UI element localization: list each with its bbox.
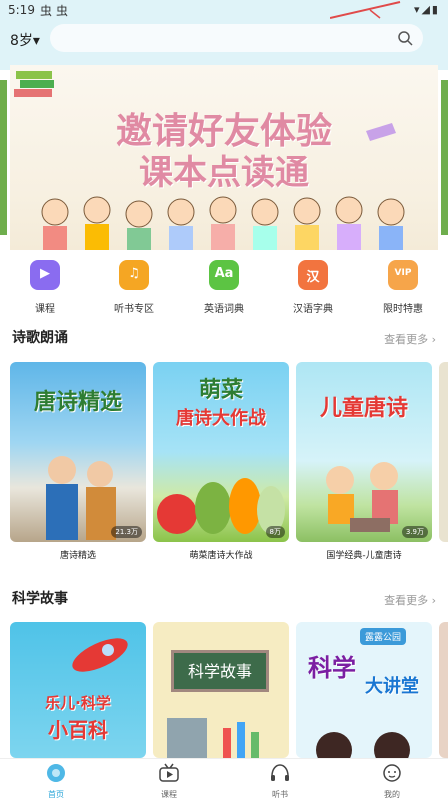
album-cover: 唐诗精选 21.3万 <box>10 362 146 542</box>
cover-title: 儿童唐诗 <box>319 396 408 421</box>
kite-decoration <box>330 1 401 19</box>
tab-label: 首页 <box>48 790 64 799</box>
tab-profile[interactable]: 我的 <box>362 763 422 800</box>
quick-item-audiobooks[interactable]: ♫ 听书专区 <box>99 258 169 315</box>
home-icon <box>47 764 65 782</box>
album-card[interactable]: 萌菜 唐诗大作战 8万 萌菜唐诗大作战 <box>153 362 289 561</box>
album-card[interactable]: 儿童唐诗 3.9万 国学经典-儿童唐诗 <box>296 362 432 561</box>
album-card[interactable]: 唐诗精选 21.3万 唐诗精选 <box>10 362 146 561</box>
poets-illustration <box>46 456 116 540</box>
section-title-poetry: 诗歌朗诵 <box>12 330 68 346</box>
play-count: 8万 <box>265 526 285 538</box>
quick-item-english-dictionary[interactable]: Aa 英语词典 <box>189 258 259 315</box>
album-card[interactable]: 科学故事 <box>153 622 289 758</box>
notification-icon: 虫 <box>40 4 53 18</box>
quick-item-label: 课程 <box>35 304 55 315</box>
quick-item-label: 限时特惠 <box>383 304 423 315</box>
album-cover: 萌菜 唐诗大作战 8万 <box>153 362 289 542</box>
search-icon[interactable] <box>397 30 413 46</box>
vip-icon: VIP <box>388 260 418 290</box>
play-count: 21.3万 <box>111 526 142 538</box>
promo-banner[interactable]: 邀请好友体验 课本点读通 <box>10 65 438 250</box>
dictionary-icon: Aa <box>209 260 239 290</box>
tab-label: 我的 <box>384 790 400 799</box>
headphones-icon <box>271 764 289 781</box>
banner-next-peek <box>441 80 448 235</box>
quick-item-label: 汉语字典 <box>293 304 333 315</box>
tab-audiobooks[interactable]: 听书 <box>250 763 310 800</box>
quick-menu: ▶ 课程 ♫ 听书专区 Aa 英语词典 汉 汉语字典 VIP 限时特惠 <box>0 258 448 318</box>
profile-icon <box>383 764 401 782</box>
album-cover: 露露公园 科学 大讲堂 <box>296 622 432 758</box>
notification-icon: 虫 <box>56 4 69 18</box>
see-more-poetry[interactable]: 查看更多 › <box>384 331 436 347</box>
status-time: 5:19 <box>8 3 35 17</box>
see-more-science[interactable]: 查看更多 › <box>384 592 436 608</box>
cover-title-line1: 乐儿·科学 <box>45 694 111 712</box>
cover-title-line2: 小百科 <box>48 718 108 742</box>
section-title-science: 科学故事 <box>12 591 68 607</box>
album-card[interactable]: 乐儿·科学 小百科 <box>10 622 146 758</box>
tab-label: 听书 <box>272 790 288 799</box>
age-selector[interactable]: 8岁▾ <box>10 30 40 50</box>
album-title: 唐诗精选 <box>59 551 96 561</box>
cover-title-line1: 萌菜 <box>198 378 243 403</box>
cover-title: 科学故事 <box>187 662 252 681</box>
cover-tag: 露露公园 <box>360 628 407 645</box>
album-cover: 乐儿·科学 小百科 <box>10 622 146 758</box>
video-icon: ▶ <box>30 260 60 290</box>
quick-item-label: 听书专区 <box>114 304 154 315</box>
books-decoration <box>14 71 54 97</box>
quick-item-courses[interactable]: ▶ 课程 <box>10 258 80 315</box>
rocket-illustration <box>72 638 128 672</box>
banner-prev-peek <box>0 80 7 235</box>
album-card[interactable]: 露露公园 科学 大讲堂 <box>296 622 432 758</box>
tab-courses[interactable]: 课程 <box>139 763 199 800</box>
tab-label: 课程 <box>161 790 177 799</box>
play-count: 3.9万 <box>401 526 428 538</box>
cover-title-line2: 大讲堂 <box>365 676 419 697</box>
children-illustration <box>41 196 405 250</box>
cover-title-line2: 唐诗大作战 <box>176 408 266 429</box>
headphones-icon: ♫ <box>119 260 149 290</box>
bottom-tab-bar: 首页 课程 听书 我的 <box>0 758 448 799</box>
quick-item-label: 英语词典 <box>204 304 244 315</box>
lab-illustration <box>167 718 259 758</box>
search-bar[interactable] <box>50 24 423 52</box>
tab-home[interactable]: 首页 <box>26 763 86 800</box>
album-cover: 科学故事 <box>153 622 289 758</box>
quick-item-limited-offer[interactable]: VIP 限时特惠 <box>368 258 438 315</box>
status-icons: ▾◢▮ <box>413 3 440 16</box>
album-card-peek <box>439 622 448 758</box>
heads-illustration <box>316 732 410 758</box>
album-card-peek <box>439 362 448 542</box>
character-icon: 汉 <box>298 260 328 290</box>
album-cover: 儿童唐诗 3.9万 <box>296 362 432 542</box>
cover-title: 唐诗精选 <box>33 390 122 415</box>
quick-item-chinese-dictionary[interactable]: 汉 汉语字典 <box>278 258 348 315</box>
album-title: 萌菜唐诗大作战 <box>189 551 253 561</box>
album-title: 国学经典-儿童唐诗 <box>326 551 402 561</box>
banner-subtitle: 课本点读通 <box>139 153 309 193</box>
tv-icon <box>159 763 179 782</box>
